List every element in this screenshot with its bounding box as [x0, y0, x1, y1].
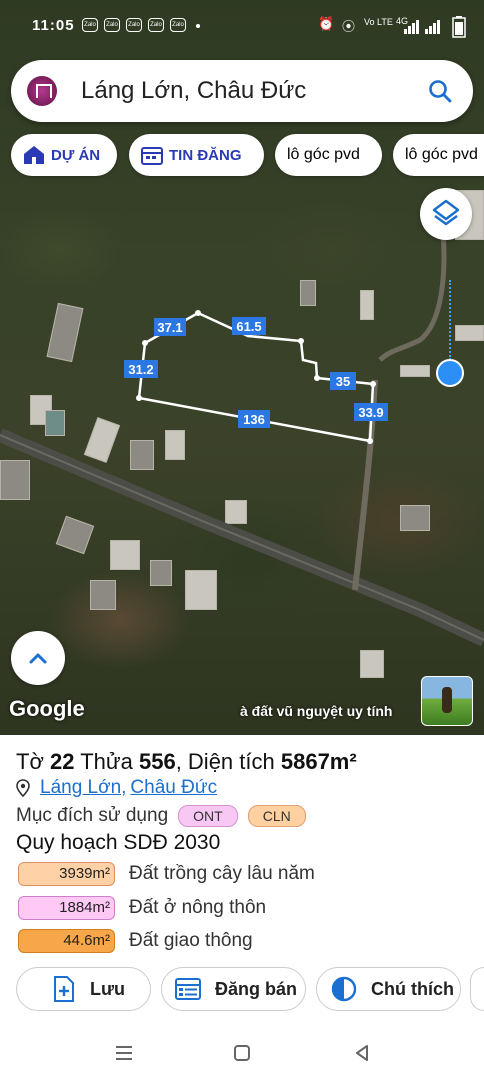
layers-button[interactable] [420, 188, 472, 240]
map-caption: à đất vũ nguyệt uy tính [240, 703, 393, 719]
clock: 11:05 [32, 17, 75, 34]
edge-label-4: 35 [336, 374, 350, 389]
chevron-up-icon [29, 653, 47, 664]
chip-label: lô góc pvd [287, 146, 360, 163]
legend-label: Chú thích [371, 978, 454, 999]
list-icon [175, 978, 201, 1000]
plan-area: 3939m² [18, 862, 115, 886]
chip-lo-goc-pvd-2[interactable]: lô góc pvd [393, 134, 484, 176]
edge-label-5: 136 [243, 412, 265, 427]
plan-label: Đất giao thông [129, 930, 253, 951]
location-separator: , [121, 777, 127, 798]
location-link-district[interactable]: Châu Đức [130, 777, 217, 799]
chip-label: DỰ ÁN [51, 146, 101, 164]
purpose-label: Mục đích sử dụng [16, 805, 169, 826]
calendar-icon [141, 147, 163, 165]
purpose-row: Mục đích sử dụng ONT CLN [16, 805, 306, 827]
plan-label: Đất ở nông thôn [129, 897, 267, 918]
zalo-notification-icon: Zalo [82, 18, 98, 32]
chip-tin-dang[interactable]: TIN ĐĂNG [129, 134, 264, 176]
house-icon [24, 146, 44, 164]
parcel-title: Tờ 22 Thửa 556, Diện tích 5867m² [16, 749, 357, 775]
purpose-tag-cln: CLN [247, 805, 306, 827]
volte-label: Vo LTE [364, 17, 393, 27]
parcel-info-sheet[interactable]: Tờ 22 Thửa 556, Diện tích 5867m² Láng Lớ… [0, 735, 484, 1030]
to-label: Tờ [16, 749, 44, 774]
google-logo: Google [9, 696, 85, 721]
save-label: Lưu [90, 978, 126, 999]
plan-label: Đất trồng cây lâu năm [129, 863, 315, 884]
edge-label-3: 31.2 [128, 362, 153, 377]
area-label: , Diện tích [175, 749, 275, 774]
zalo-notification-icon: Zalo [126, 18, 142, 32]
status-bar: 11:05 Zalo Zalo Zalo Zalo Zalo ⏰ ⦿ Vo LT… [0, 0, 484, 52]
contrast-icon [331, 976, 357, 1002]
zalo-notification-icon: Zalo [148, 18, 164, 32]
thua-label: Thửa [80, 749, 133, 774]
purpose-tag-ont: ONT [178, 805, 238, 827]
map-pin-icon [16, 779, 30, 797]
expand-button[interactable] [11, 631, 65, 685]
edge-label-2: 61.5 [236, 319, 261, 334]
chip-label: lô góc pvd [405, 146, 478, 163]
app-logo[interactable] [27, 76, 57, 106]
chip-lo-goc-pvd[interactable]: lô góc pvd [275, 134, 382, 176]
home-icon[interactable] [232, 1043, 252, 1063]
post-for-sale-label: Đăng bán [215, 978, 298, 999]
chip-label: TIN ĐĂNG [169, 146, 242, 164]
save-add-icon [54, 976, 74, 1002]
alarm-icon: ⏰ [318, 16, 335, 31]
chip-du-an[interactable]: DỰ ÁN [11, 134, 117, 176]
listing-thumbnail[interactable] [421, 676, 473, 726]
edge-label-6: 33.9 [358, 405, 383, 420]
thua-number: 556 [138, 749, 176, 774]
location-status-icon: ⦿ [342, 19, 356, 34]
post-for-sale-button[interactable]: Đăng bán [161, 967, 306, 1011]
plan-row: 1884m² Đất ở nông thôn [18, 896, 266, 920]
search-bar[interactable]: Láng Lớn, Châu Đức [11, 60, 473, 122]
edge-label-1: 37.1 [157, 320, 182, 335]
location-beam [449, 280, 451, 360]
more-notifications-dot [196, 24, 200, 28]
location-row: Láng Lớn, Châu Đức [16, 777, 217, 799]
plan-area: 1884m² [18, 896, 115, 920]
menu-icon[interactable] [114, 1043, 134, 1063]
plan-row: 44.6m² Đất giao thông [18, 929, 253, 953]
plan-title: Quy hoạch SDĐ 2030 [16, 831, 221, 854]
signal-icon [404, 20, 440, 34]
legend-button[interactable]: Chú thích [316, 967, 461, 1011]
area-value: 5867m² [280, 749, 357, 774]
layers-icon [432, 199, 460, 226]
save-button[interactable]: Lưu [16, 967, 151, 1011]
zalo-notification-icon: Zalo [104, 18, 120, 32]
to-number: 22 [50, 749, 75, 774]
more-actions-button[interactable] [470, 967, 484, 1011]
battery-icon [452, 16, 466, 38]
plan-area: 44.6m² [18, 929, 115, 953]
search-icon[interactable] [427, 78, 453, 104]
location-link-commune[interactable]: Láng Lớn [40, 777, 121, 799]
plan-row: 3939m² Đất trồng cây lâu năm [18, 862, 315, 886]
zalo-notification-icon: Zalo [170, 18, 186, 32]
search-title[interactable]: Láng Lớn, Châu Đức [81, 77, 306, 105]
back-icon[interactable] [352, 1043, 372, 1063]
current-location-dot[interactable] [436, 359, 464, 387]
system-nav-bar [0, 1030, 484, 1080]
